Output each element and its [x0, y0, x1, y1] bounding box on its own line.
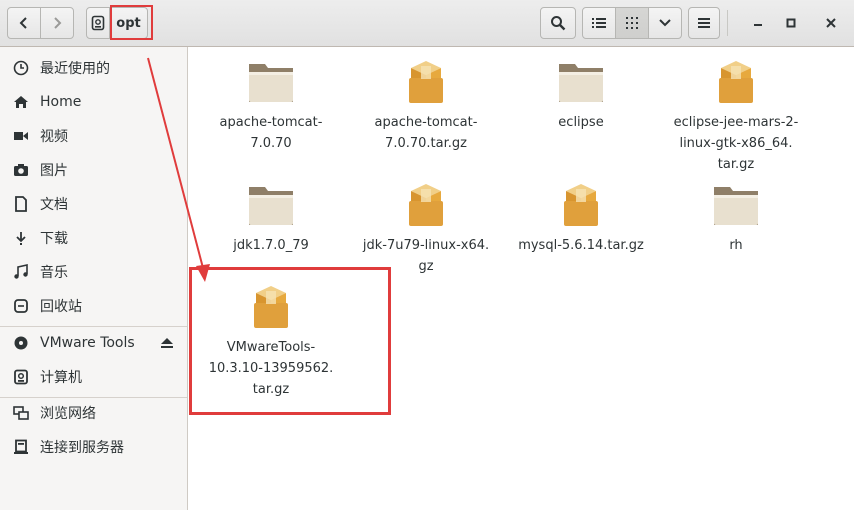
header-separator — [727, 10, 728, 36]
file-name: eclipse-jee-mars-2- linux-gtk-x86_64. ta… — [673, 115, 799, 172]
sidebar-item-recent[interactable]: 最近使用的 — [0, 51, 187, 85]
forward-button[interactable] — [40, 7, 74, 39]
sidebar-item-label: Home — [40, 94, 82, 110]
file-item[interactable]: eclipse — [506, 58, 656, 133]
sidebar-item-home[interactable]: Home — [0, 85, 187, 119]
folder-icon — [249, 187, 293, 225]
hamburger-icon — [698, 18, 710, 28]
grid-view-icon — [626, 17, 638, 29]
drive-icon — [91, 15, 105, 31]
computer-icon — [12, 368, 30, 386]
sidebar-item-music[interactable]: 音乐 — [0, 255, 187, 289]
sidebar-item-videos[interactable]: 视频 — [0, 119, 187, 153]
chevron-right-icon — [54, 17, 62, 29]
path-device-button[interactable] — [86, 7, 110, 39]
list-view-icon — [592, 18, 606, 28]
file-name: apache-tomcat- 7.0.70 — [219, 115, 323, 151]
network-icon — [12, 404, 30, 422]
annotation-box-path — [110, 5, 153, 40]
trash-icon — [12, 297, 30, 315]
sidebar-item-label: 连接到服务器 — [40, 440, 124, 456]
sidebar-item-label: 图片 — [40, 163, 68, 179]
sidebar-item-network[interactable]: 浏览网络 — [0, 396, 187, 430]
home-icon — [12, 93, 30, 111]
sidebar-item-label: 浏览网络 — [40, 406, 96, 422]
sidebar-item-label: 最近使用的 — [40, 61, 110, 77]
file-item[interactable]: rh — [661, 181, 811, 256]
sidebar-item-downloads[interactable]: 下载 — [0, 221, 187, 255]
download-icon — [12, 229, 30, 247]
sidebar-item-label: 回收站 — [40, 299, 82, 315]
close-icon — [826, 18, 836, 28]
archive-icon — [409, 184, 443, 226]
eject-icon[interactable] — [159, 335, 175, 351]
file-item[interactable]: jdk-7u79-linux-x64. gz — [351, 181, 501, 277]
close-button[interactable] — [818, 10, 844, 36]
camera-icon — [12, 161, 30, 179]
archive-icon — [719, 61, 753, 103]
back-button[interactable] — [7, 7, 41, 39]
folder-icon — [559, 64, 603, 102]
sidebar-item-vmware-tools[interactable]: VMware Tools — [0, 326, 187, 360]
folder-icon — [249, 64, 293, 102]
file-name: mysql-5.6.14.tar.gz — [518, 238, 644, 253]
file-name: eclipse — [558, 115, 604, 130]
sidebar-item-documents[interactable]: 文档 — [0, 187, 187, 221]
menu-button[interactable] — [688, 7, 720, 39]
archive-icon — [409, 61, 443, 103]
file-name: apache-tomcat- 7.0.70.tar.gz — [374, 115, 478, 151]
file-item[interactable]: eclipse-jee-mars-2- linux-gtk-x86_64. ta… — [661, 58, 811, 175]
sidebar-item-connect-server[interactable]: 连接到服务器 — [0, 430, 187, 464]
sidebar-item-label: 视频 — [40, 129, 68, 145]
clock-icon — [12, 59, 30, 77]
view-options-button[interactable] — [648, 7, 682, 39]
maximize-button[interactable] — [778, 10, 804, 36]
sidebar-item-label: 文档 — [40, 197, 68, 213]
video-icon — [12, 127, 30, 145]
chevron-left-icon — [19, 17, 27, 29]
list-view-button[interactable] — [582, 7, 616, 39]
sidebar-item-label: 计算机 — [40, 370, 82, 386]
disc-icon — [12, 334, 30, 352]
search-icon — [551, 16, 566, 31]
minimize-icon — [754, 24, 762, 26]
file-item[interactable]: mysql-5.6.14.tar.gz — [506, 181, 656, 256]
sidebar-item-label: VMware Tools — [40, 335, 135, 351]
archive-icon — [564, 184, 598, 226]
sidebar: 最近使用的 Home 视频 图片 文档 下载 音乐 回收站 VMware Too… — [0, 47, 188, 510]
chevron-down-icon — [659, 19, 671, 27]
file-name: rh — [729, 238, 743, 253]
sidebar-item-pictures[interactable]: 图片 — [0, 153, 187, 187]
document-icon — [12, 195, 30, 213]
sidebar-item-label: 下载 — [40, 231, 68, 247]
file-name: jdk1.7.0_79 — [233, 238, 309, 253]
file-item[interactable]: jdk1.7.0_79 — [196, 181, 346, 256]
sidebar-item-trash[interactable]: 回收站 — [0, 289, 187, 323]
maximize-icon — [786, 18, 796, 28]
annotation-box-file — [189, 267, 391, 415]
grid-view-button[interactable] — [615, 7, 649, 39]
sidebar-item-computer[interactable]: 计算机 — [0, 360, 187, 394]
music-icon — [12, 263, 30, 281]
file-item[interactable]: apache-tomcat- 7.0.70.tar.gz — [351, 58, 501, 154]
sidebar-item-label: 音乐 — [40, 265, 68, 281]
server-icon — [12, 438, 30, 456]
folder-icon — [714, 187, 758, 225]
file-item[interactable]: apache-tomcat- 7.0.70 — [196, 58, 346, 154]
minimize-button[interactable] — [745, 10, 771, 36]
search-button[interactable] — [540, 7, 576, 39]
